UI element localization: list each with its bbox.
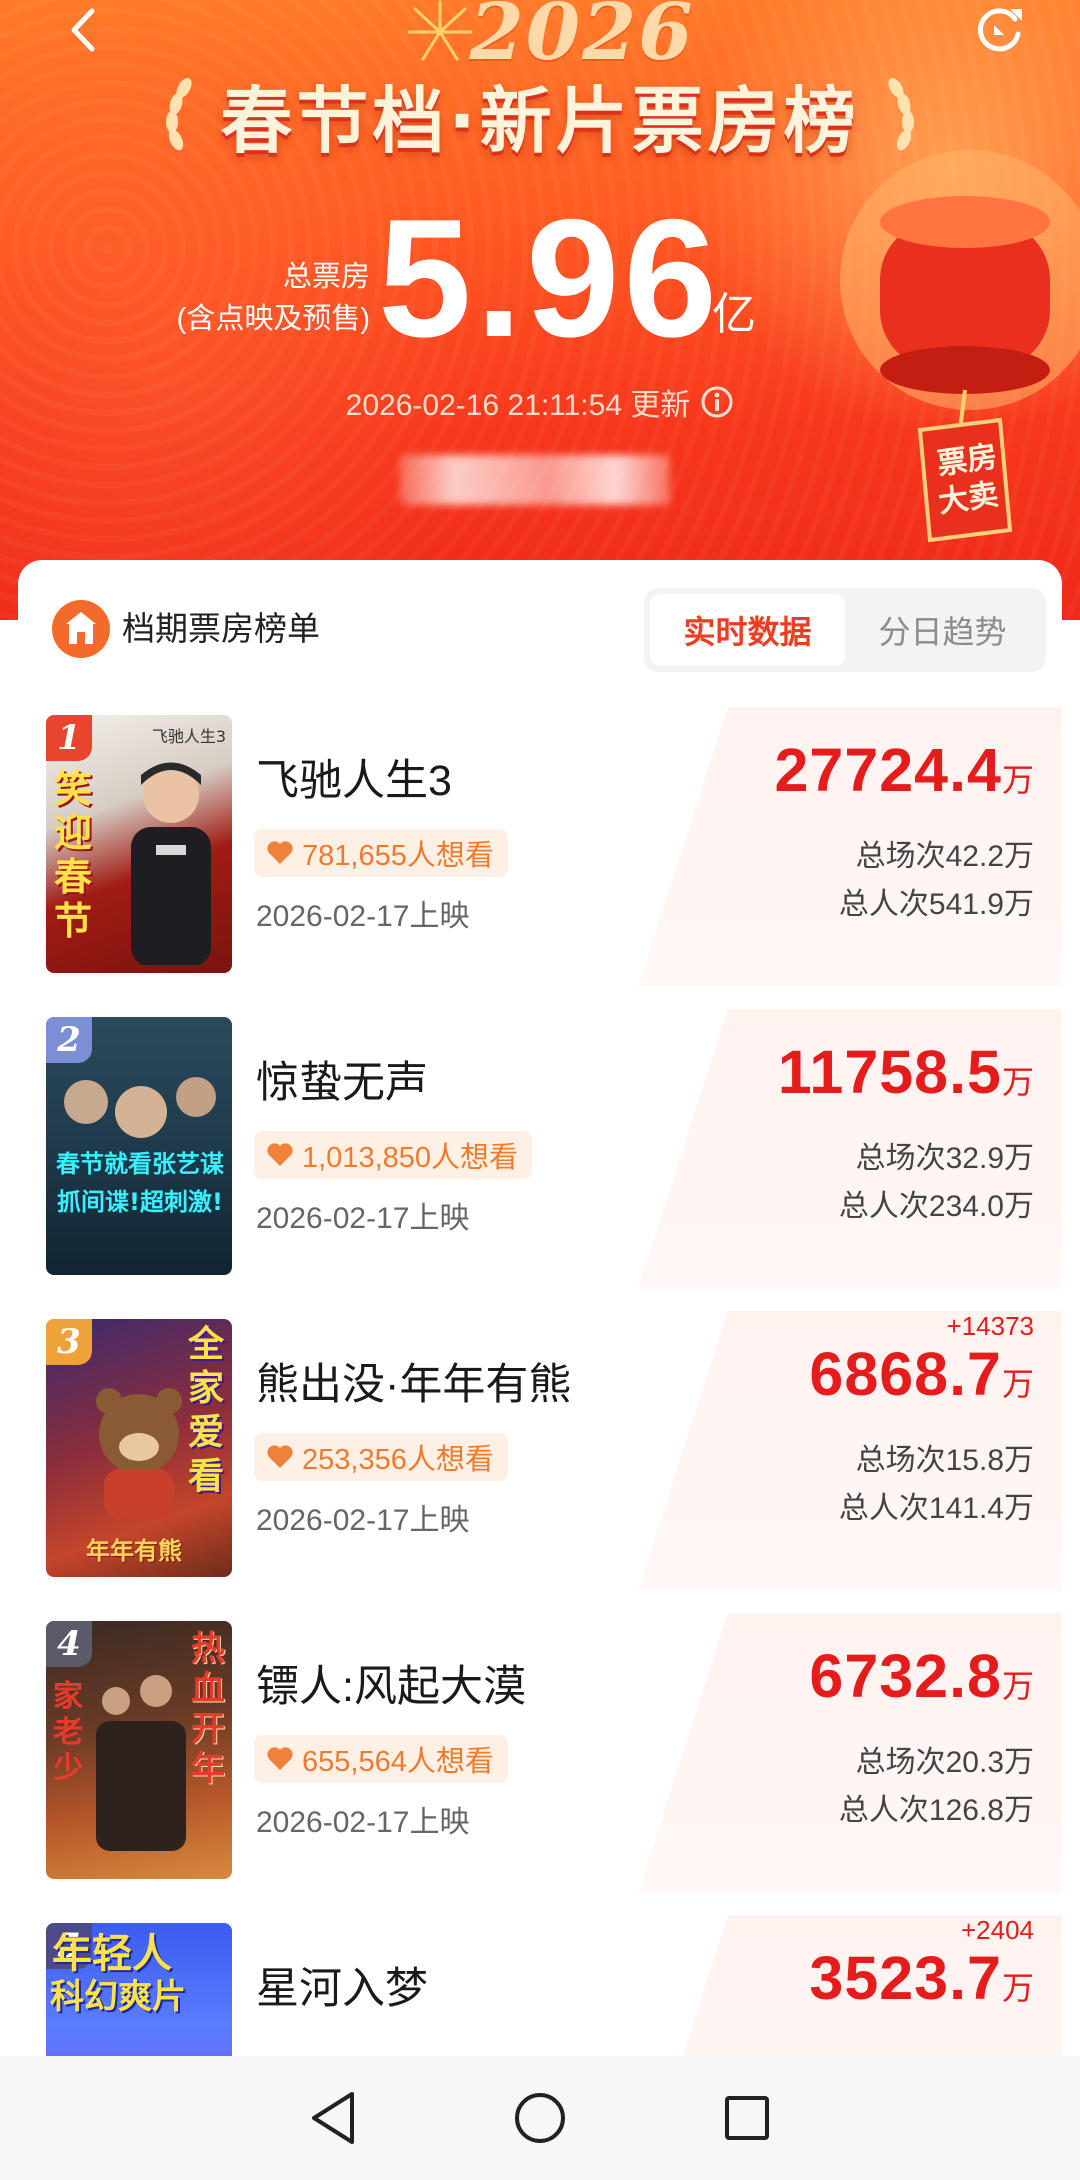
total-viewers: 总人次141.4万 [838, 1492, 1034, 1525]
total-viewers: 总人次234.0万 [838, 1190, 1034, 1223]
movie-poster[interactable]: 3 全家爱看 年年有熊 [46, 1319, 232, 1577]
box-office: 6732.8万 [809, 1641, 1034, 1711]
box-office-value: 3523.7 [809, 1944, 1002, 2012]
panel-title: 档期票房榜单 [122, 610, 320, 647]
tab-switcher: 实时数据 分日趋势 [644, 588, 1046, 672]
heart-icon [267, 841, 293, 864]
poster-text: 笑迎春节 [54, 767, 93, 943]
release-date: 2026-02-17上映 [256, 900, 470, 933]
poster-subtext: 抓间谍!超刺激! [57, 1188, 223, 1216]
box-office: 6868.7万 [809, 1339, 1034, 1409]
want-to-see-badge: 253,356人想看 [254, 1433, 508, 1481]
refresh-icon [978, 8, 1022, 52]
want-to-see-count: 253,356人想看 [302, 1444, 494, 1476]
movie-title[interactable]: 熊出没·年年有熊 [256, 1357, 571, 1413]
release-date: 2026-02-17上映 [256, 1504, 470, 1537]
update-time-text: 2026-02-16 21:11:54 更新 [345, 389, 691, 422]
box-office: 27724.4万 [774, 735, 1034, 805]
poster-text: 年轻人 [52, 1931, 172, 1977]
box-office-unit: 万 [1001, 1366, 1034, 1402]
release-date: 2026-02-17上映 [256, 1202, 470, 1235]
lantern-icon: 票房 大卖 [840, 150, 1080, 543]
total-label-line1: 总票房 [282, 261, 370, 293]
box-office-value: 6732.8 [809, 1642, 1002, 1710]
firework-icon [407, 0, 473, 61]
movie-poster[interactable]: 1 笑迎春节 飞驰人生3 [46, 715, 232, 973]
laurel-left-icon [166, 78, 192, 151]
person-figure [131, 762, 211, 965]
movie-row[interactable]: 1 笑迎春节 飞驰人生3 飞驰人生3 781,655人想看 2026-02-17… [18, 707, 1062, 987]
want-to-see-badge: 1,013,850人想看 [254, 1131, 533, 1179]
total-box-office-value: 5.96 [378, 184, 721, 372]
box-office-unit: 万 [1001, 1668, 1034, 1704]
box-office-unit: 万 [1001, 1064, 1034, 1100]
heart-icon [267, 1143, 293, 1166]
hero-title-text: 春节档·新片票房榜 [220, 78, 860, 163]
rank-badge: 3 [46, 1319, 92, 1365]
warriors-group [96, 1675, 186, 1851]
want-to-see-badge: 655,564人想看 [254, 1735, 508, 1783]
nav-home-button[interactable] [500, 2078, 580, 2158]
circle-home-icon [514, 2093, 565, 2143]
movie-row[interactable]: 4 热血开年 家老少 镖人:风起大漠 655,564人想看 2026-02-17… [18, 1613, 1062, 1893]
total-viewers: 总人次541.9万 [838, 888, 1034, 921]
total-sessions: 总场次15.8万 [855, 1444, 1034, 1477]
poster-subtext: 飞驰人生3 [151, 727, 226, 746]
want-to-see-count: 655,564人想看 [302, 1746, 494, 1778]
panel-header: 档期票房榜单 实时数据 分日趋势 [18, 560, 1062, 680]
movie-poster[interactable]: 2 春节就看张艺谋 抓间谍!超刺激! [46, 1017, 232, 1275]
total-sessions: 总场次42.2万 [855, 840, 1034, 873]
movie-title[interactable]: 惊蛰无声 [256, 1055, 428, 1111]
triangle-back-icon [312, 2092, 355, 2144]
poster-subtext: 家老少 [53, 1679, 83, 1786]
rank-badge: 1 [46, 715, 92, 761]
tab-realtime[interactable]: 实时数据 [650, 594, 845, 666]
total-box-office-unit: 亿 [712, 290, 756, 339]
box-office-value: 27724.4 [774, 736, 1002, 804]
back-button[interactable] [48, 0, 118, 60]
release-date: 2026-02-17上映 [256, 1806, 470, 1839]
poster-subtext: 科幻爽片 [50, 1977, 186, 2017]
square-recent-icon [724, 2096, 769, 2140]
blurred-source-text [400, 455, 670, 505]
nav-recent-button[interactable] [707, 2078, 787, 2158]
bear-figure [96, 1388, 182, 1519]
movie-title[interactable]: 星河入梦 [256, 1961, 428, 2017]
box-office-value: 6868.7 [809, 1340, 1002, 1408]
poster-subtext: 年年有熊 [86, 1537, 182, 1565]
system-navigation-bar [0, 2056, 1080, 2180]
hero-banner: 2026 春节档·新片票房榜 总票房 (含点映及预售) 5.96 亿 2026-… [0, 0, 1080, 620]
want-to-see-badge: 781,655人想看 [254, 829, 508, 877]
refresh-button[interactable] [966, 0, 1032, 60]
heart-icon [267, 1445, 293, 1468]
tab-daily-trend[interactable]: 分日趋势 [845, 594, 1040, 666]
nav-back-button[interactable] [293, 2078, 373, 2158]
box-office-unit: 万 [1001, 1970, 1034, 2006]
cinema-logo-icon [52, 600, 110, 658]
movie-row[interactable]: 3 全家爱看 年年有熊 熊出没·年年有熊 253,356人想看 2026-02-… [18, 1311, 1062, 1591]
movie-row[interactable]: 2 春节就看张艺谋 抓间谍!超刺激! 惊蛰无声 1,013,850人想看 202… [18, 1009, 1062, 1289]
total-sessions: 总场次20.3万 [855, 1746, 1034, 1779]
faces-collage [64, 1077, 216, 1138]
box-office-delta: +2404 [960, 1915, 1034, 1945]
box-office-delta: +14373 [946, 1311, 1034, 1341]
heart-icon [267, 1747, 293, 1770]
want-to-see-count: 781,655人想看 [302, 840, 494, 872]
info-icon[interactable] [700, 385, 734, 419]
total-sessions: 总场次32.9万 [855, 1142, 1034, 1175]
total-label-line2: (含点映及预售) [176, 303, 370, 335]
movie-title[interactable]: 飞驰人生3 [256, 753, 452, 809]
want-to-see-count: 1,013,850人想看 [302, 1142, 519, 1174]
total-label: 总票房 (含点映及预售) [170, 256, 370, 340]
box-office-panel: 档期票房榜单 实时数据 分日趋势 1 笑迎春节 飞驰人生3 飞驰人生3 781,… [18, 560, 1062, 2180]
box-office: 11758.5万 [778, 1037, 1034, 1107]
movie-poster[interactable]: 4 热血开年 家老少 [46, 1621, 232, 1879]
chevron-left-icon [71, 8, 95, 52]
movie-title[interactable]: 镖人:风起大漠 [256, 1659, 526, 1715]
box-office-value: 11758.5 [777, 1038, 1002, 1106]
poster-text: 春节就看张艺谋 [56, 1150, 224, 1178]
box-office: 3523.7万 [809, 1943, 1034, 2013]
box-office-unit: 万 [1001, 762, 1034, 798]
total-viewers: 总人次126.8万 [838, 1794, 1034, 1827]
